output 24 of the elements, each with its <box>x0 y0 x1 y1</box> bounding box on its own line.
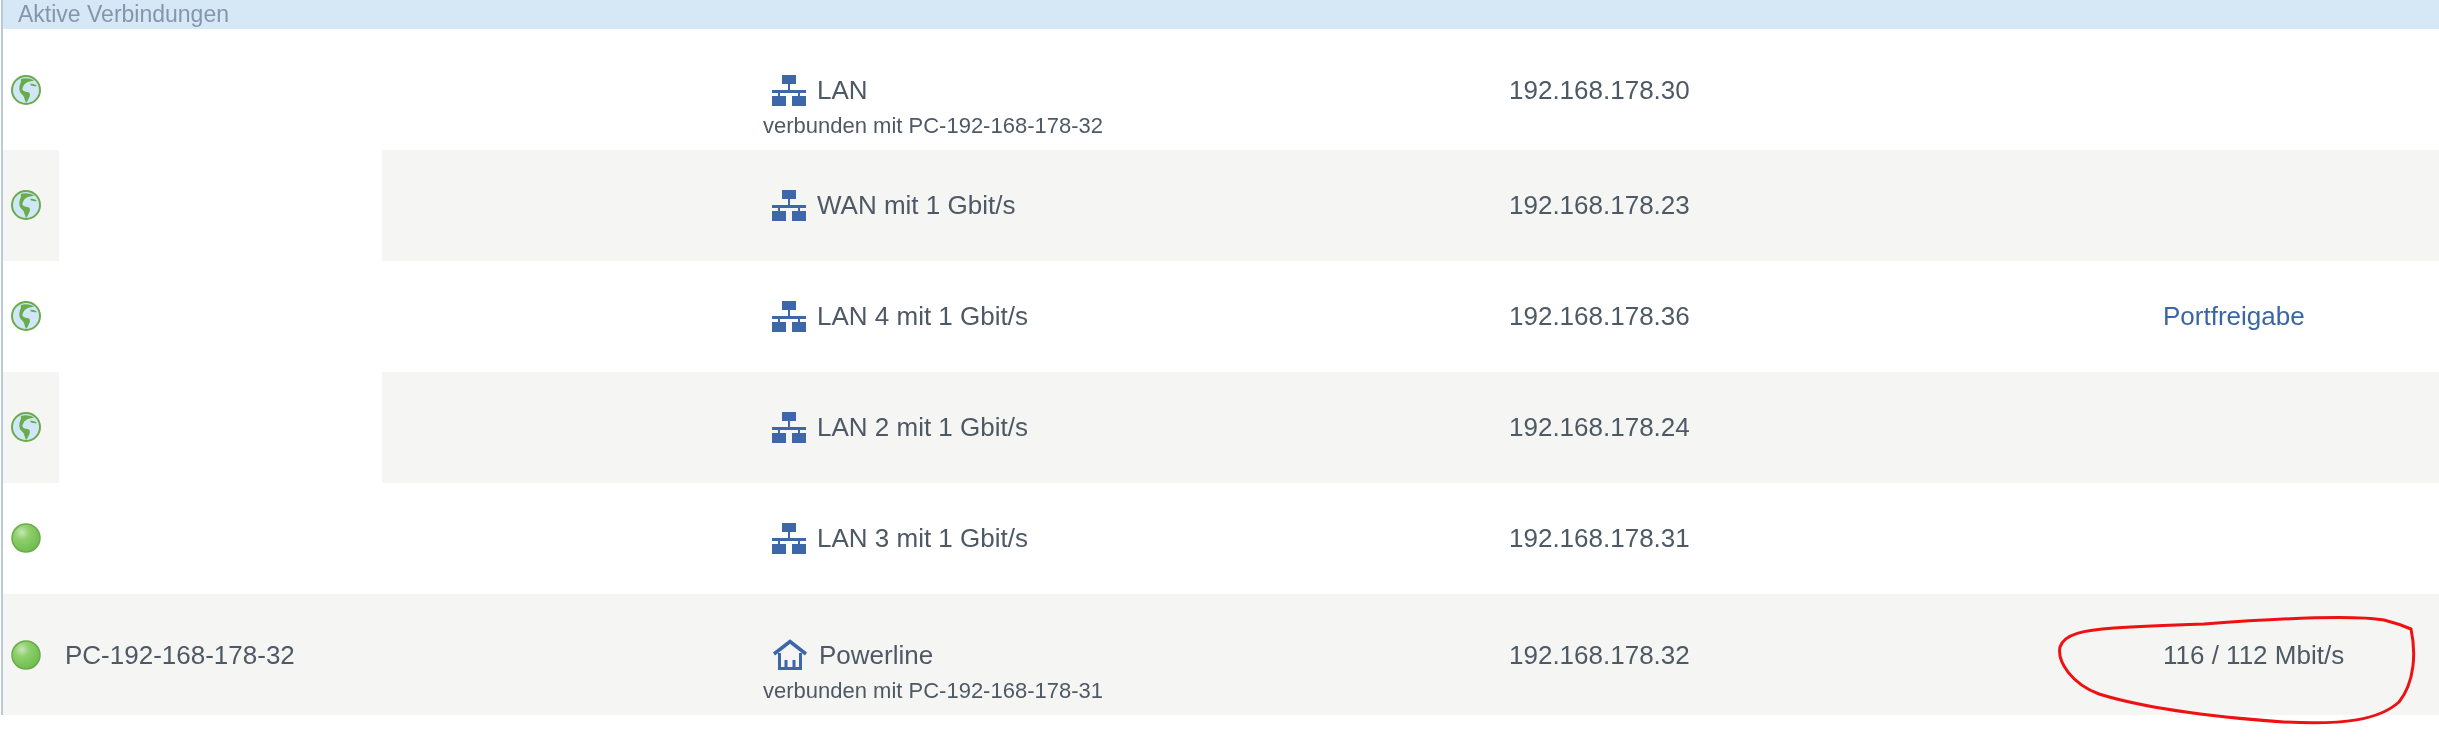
house-icon <box>772 639 808 671</box>
connection-type: LAN 3 mit 1 Gbit/s <box>817 522 1028 555</box>
ip-address: 192.168.178.36 <box>1509 300 1690 333</box>
connection-type: WAN mit 1 Gbit/s <box>817 189 1016 222</box>
connection-type: Powerline <box>819 639 934 672</box>
connection-type: LAN 2 mit 1 Gbit/s <box>817 411 1028 444</box>
connection-type: LAN 4 mit 1 Gbit/s <box>817 300 1028 333</box>
device-name: PC-192-168-178-32 <box>65 639 295 672</box>
ip-address: 192.168.178.32 <box>1509 639 1690 672</box>
connection-peer: verbunden mit PC-192-168-178-31 <box>763 677 1103 705</box>
network-icon <box>772 74 806 106</box>
connection-type: LAN <box>817 74 868 107</box>
ip-address: 192.168.178.31 <box>1509 522 1690 555</box>
port-forwarding-link[interactable]: Portfreigabe <box>2163 298 2305 334</box>
ip-address: 192.168.178.24 <box>1509 411 1690 444</box>
network-icon <box>772 300 806 332</box>
network-icon <box>772 189 806 221</box>
ip-address: 192.168.178.23 <box>1509 189 1690 222</box>
ip-address: 192.168.178.30 <box>1509 74 1690 107</box>
network-icon <box>772 411 806 443</box>
network-icon <box>772 522 806 554</box>
section-title: Aktive Verbindungen <box>18 1 229 28</box>
connection-peer: verbunden mit PC-192-168-178-32 <box>763 112 1103 140</box>
link-speed: 116 / 112 Mbit/s <box>2163 639 2345 672</box>
